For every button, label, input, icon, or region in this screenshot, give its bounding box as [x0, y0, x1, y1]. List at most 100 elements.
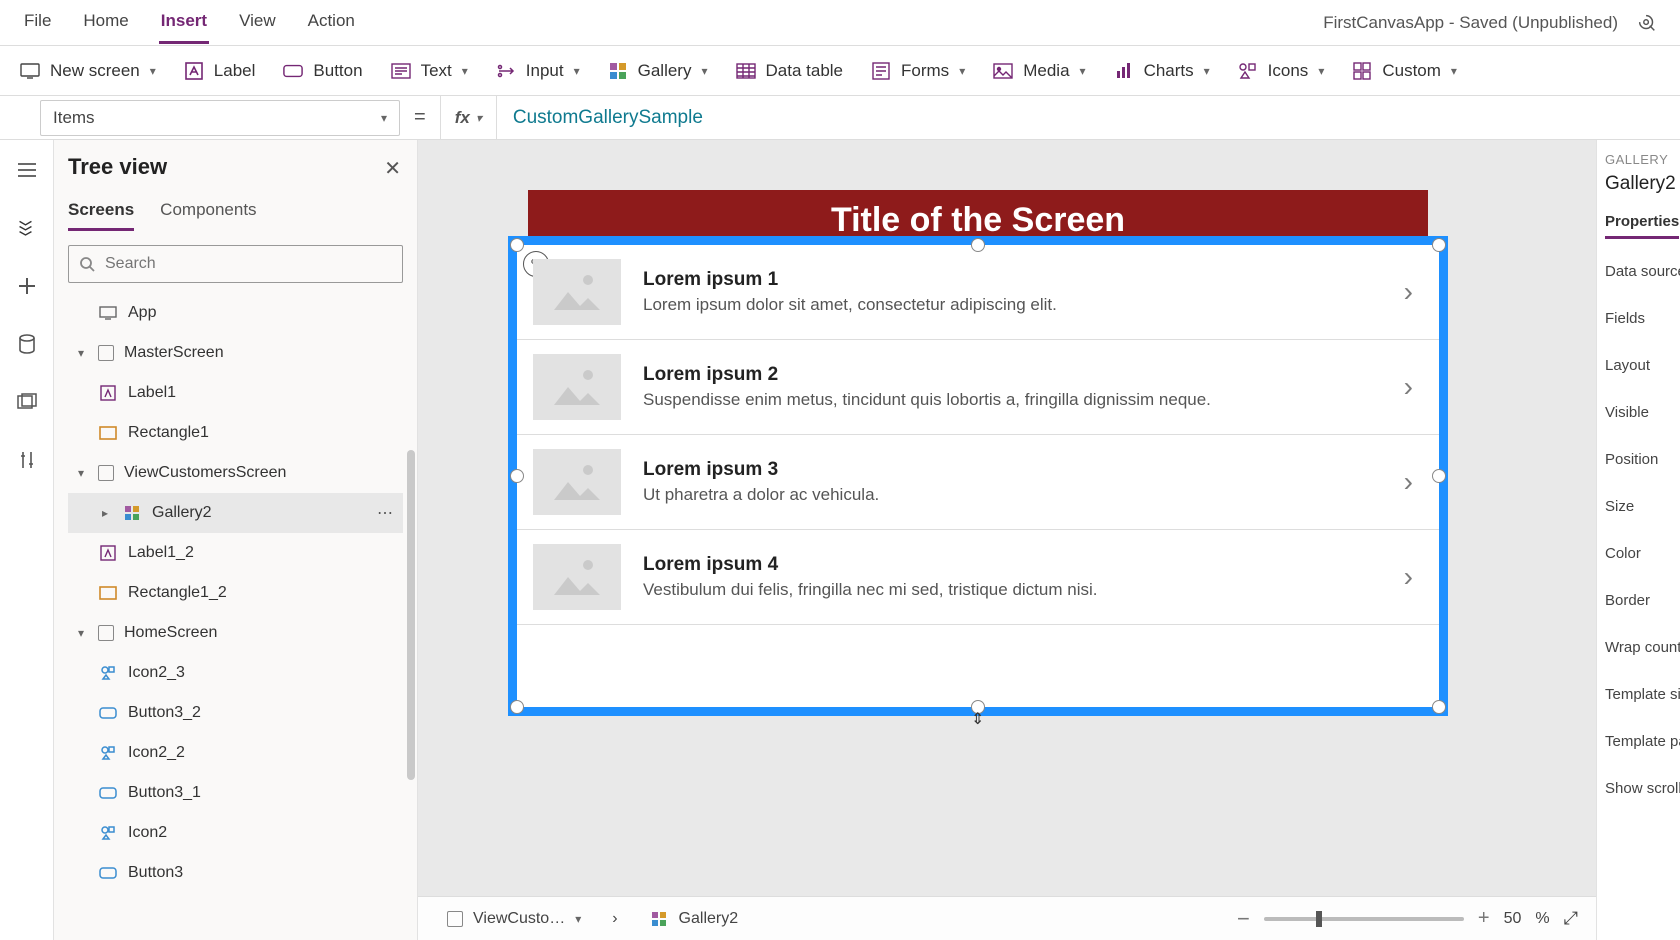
- resize-handle[interactable]: [1432, 238, 1446, 252]
- gallery-control[interactable]: Lorem ipsum 1Lorem ipsum dolor sit amet,…: [517, 245, 1439, 707]
- gallery-selection[interactable]: ✎ Lorem ipsum 1Lorem ipsum dolor sit ame…: [508, 236, 1448, 716]
- chevron-down-icon[interactable]: ▾: [74, 466, 88, 480]
- canvas[interactable]: Title of the Screen ✎ Lorem ipsum 1Lorem…: [418, 140, 1596, 940]
- menu-action[interactable]: Action: [306, 1, 357, 44]
- tab-screens[interactable]: Screens: [68, 200, 134, 231]
- checkbox[interactable]: [447, 911, 463, 927]
- tree-node-rectangle1-2[interactable]: Rectangle1_2: [68, 573, 403, 613]
- ribbon-data-table[interactable]: Data table: [736, 61, 844, 81]
- chevron-down-icon[interactable]: ▾: [74, 346, 88, 360]
- scrollbar-thumb[interactable]: [407, 450, 415, 780]
- tree-node-label1[interactable]: Label1: [68, 373, 403, 413]
- resize-handle[interactable]: [1432, 469, 1446, 483]
- media-icon[interactable]: [15, 390, 39, 414]
- chevron-down-icon: ▾: [701, 64, 707, 78]
- prop-layout[interactable]: Layout: [1605, 357, 1672, 374]
- prop-size[interactable]: Size: [1605, 498, 1672, 515]
- app-checker-icon[interactable]: [1636, 12, 1658, 34]
- gallery-item[interactable]: Lorem ipsum 3Ut pharetra a dolor ac vehi…: [517, 435, 1439, 530]
- chevron-right-icon[interactable]: ›: [1404, 561, 1423, 593]
- gallery-item[interactable]: Lorem ipsum 2Suspendisse enim metus, tin…: [517, 340, 1439, 435]
- resize-handle[interactable]: [1432, 700, 1446, 714]
- zoom-slider[interactable]: [1264, 917, 1464, 921]
- tree-node-masterscreen[interactable]: ▾MasterScreen: [68, 333, 403, 373]
- chevron-right-icon[interactable]: ›: [1404, 276, 1423, 308]
- ribbon-media[interactable]: Media▾: [993, 61, 1085, 81]
- breadcrumb-screen[interactable]: ViewCusto…▾: [436, 905, 592, 933]
- checkbox[interactable]: [98, 625, 114, 641]
- gallery-item[interactable]: Lorem ipsum 1Lorem ipsum dolor sit amet,…: [517, 245, 1439, 340]
- properties-control-name: Gallery2: [1605, 173, 1672, 195]
- ribbon-button[interactable]: Button: [283, 61, 362, 81]
- tree-title: Tree view: [68, 154, 403, 180]
- tree-node-homescreen[interactable]: ▾HomeScreen: [68, 613, 403, 653]
- ribbon-icons[interactable]: Icons▾: [1238, 61, 1325, 81]
- search-input[interactable]: [68, 245, 403, 283]
- menu-insert[interactable]: Insert: [159, 1, 209, 44]
- chevron-down-icon: ▾: [1318, 64, 1324, 78]
- menu-home[interactable]: Home: [81, 1, 130, 44]
- tab-properties[interactable]: Properties: [1605, 213, 1679, 239]
- prop-visible[interactable]: Visible: [1605, 404, 1672, 421]
- chevron-right-icon[interactable]: ›: [1404, 466, 1423, 498]
- zoom-out-button[interactable]: −: [1237, 906, 1250, 932]
- tree-node-icon2-3[interactable]: Icon2_3: [68, 653, 403, 693]
- tree-node-label1-2[interactable]: Label1_2: [68, 533, 403, 573]
- menu-view[interactable]: View: [237, 1, 278, 44]
- ribbon-new-screen[interactable]: New screen▾: [20, 61, 156, 81]
- breadcrumb-control[interactable]: Gallery2: [638, 904, 750, 934]
- menu-file[interactable]: File: [22, 1, 53, 44]
- tree-view-icon[interactable]: [15, 216, 39, 240]
- chevron-right-icon[interactable]: ›: [1404, 371, 1423, 403]
- fit-to-screen-icon[interactable]: ⤢: [1564, 908, 1578, 929]
- hamburger-icon[interactable]: [15, 158, 39, 182]
- prop-fields[interactable]: Fields: [1605, 310, 1672, 327]
- resize-handle[interactable]: [510, 700, 524, 714]
- tools-icon[interactable]: [15, 448, 39, 472]
- prop-border[interactable]: Border: [1605, 592, 1672, 609]
- prop-template-padding[interactable]: Template pa: [1605, 733, 1672, 750]
- tree-node-button3[interactable]: Button3: [68, 853, 403, 893]
- chevron-right-icon[interactable]: ▸: [98, 506, 112, 520]
- resize-handle[interactable]: [510, 238, 524, 252]
- fx-button[interactable]: fx▾: [440, 96, 497, 139]
- tree-node-icon2[interactable]: Icon2: [68, 813, 403, 853]
- close-icon[interactable]: ✕: [384, 156, 401, 181]
- tab-components[interactable]: Components: [160, 200, 256, 231]
- ribbon-gallery[interactable]: Gallery▾: [608, 61, 708, 81]
- prop-wrap-count[interactable]: Wrap count: [1605, 639, 1672, 656]
- ribbon-text[interactable]: Text▾: [391, 61, 468, 81]
- resize-cursor-icon: ⇕: [971, 709, 984, 729]
- property-selector[interactable]: Items ▾: [40, 100, 400, 136]
- chevron-down-icon: ▾: [462, 64, 468, 78]
- ribbon-forms[interactable]: Forms▾: [871, 61, 965, 81]
- more-icon[interactable]: ⋯: [377, 503, 393, 523]
- tree-node-gallery2[interactable]: ▸Gallery2⋯: [68, 493, 403, 533]
- tree-node-icon2-2[interactable]: Icon2_2: [68, 733, 403, 773]
- ribbon-label[interactable]: Label: [184, 61, 256, 81]
- gallery-item[interactable]: Lorem ipsum 4Vestibulum dui felis, fring…: [517, 530, 1439, 625]
- tree-node-button3-1[interactable]: Button3_1: [68, 773, 403, 813]
- tree-node-rectangle1[interactable]: Rectangle1: [68, 413, 403, 453]
- checkbox[interactable]: [98, 465, 114, 481]
- formula-input[interactable]: CustomGallerySample: [497, 107, 719, 129]
- ribbon-charts[interactable]: Charts▾: [1114, 61, 1210, 81]
- checkbox[interactable]: [98, 345, 114, 361]
- data-icon[interactable]: [15, 332, 39, 356]
- add-icon[interactable]: [15, 274, 39, 298]
- ribbon-custom[interactable]: Custom▾: [1352, 61, 1457, 81]
- prop-show-scrollbar[interactable]: Show scrollb: [1605, 780, 1672, 797]
- resize-handle[interactable]: [510, 469, 524, 483]
- label-icon: [98, 383, 118, 403]
- tree-node-app[interactable]: App: [68, 293, 403, 333]
- ribbon-input[interactable]: Input▾: [496, 61, 580, 81]
- prop-position[interactable]: Position: [1605, 451, 1672, 468]
- prop-template-size[interactable]: Template siz: [1605, 686, 1672, 703]
- tree-node-button3-2[interactable]: Button3_2: [68, 693, 403, 733]
- tree-node-viewcustomers[interactable]: ▾ViewCustomersScreen: [68, 453, 403, 493]
- prop-color[interactable]: Color: [1605, 545, 1672, 562]
- chevron-down-icon[interactable]: ▾: [74, 626, 88, 640]
- zoom-in-button[interactable]: +: [1478, 907, 1490, 930]
- resize-handle[interactable]: [971, 238, 985, 252]
- prop-data-source[interactable]: Data source: [1605, 263, 1672, 280]
